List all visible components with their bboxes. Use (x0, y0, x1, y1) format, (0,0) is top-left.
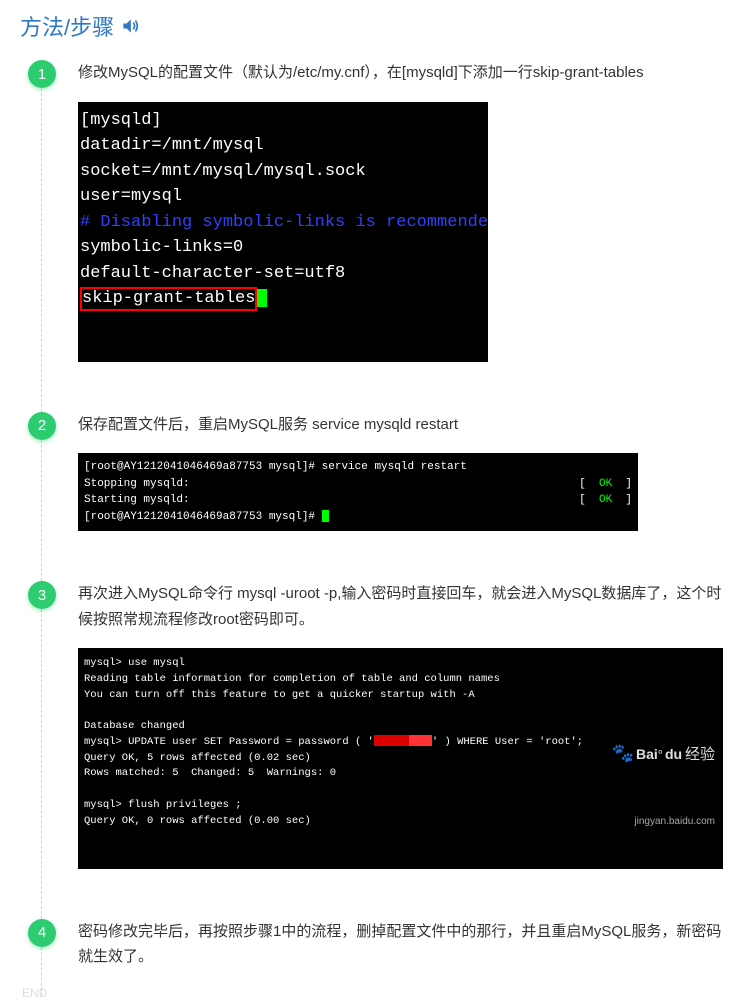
step-content: 修改MySQL的配置文件（默认为/etc/my.cnf），在[mysqld]下添… (78, 60, 735, 362)
terminal-screenshot: mysql> use mysql Reading table informati… (78, 648, 723, 869)
steps-list: 1 修改MySQL的配置文件（默认为/etc/my.cnf），在[mysqld]… (28, 60, 735, 996)
redacted-password (374, 735, 432, 746)
step-description: 再次进入MySQL命令行 mysql -uroot -p,输入密码时直接回车，就… (78, 581, 735, 632)
step-description: 修改MySQL的配置文件（默认为/etc/my.cnf），在[mysqld]下添… (78, 60, 735, 86)
step-item: 1 修改MySQL的配置文件（默认为/etc/my.cnf），在[mysqld]… (28, 60, 735, 412)
paw-icon: 🐾 (612, 743, 634, 763)
audio-icon[interactable] (120, 16, 140, 36)
step-description: 保存配置文件后，重启MySQL服务 service mysqld restart (78, 412, 735, 438)
section-header: 方法/步骤 (20, 10, 735, 42)
section-title: 方法/步骤 (20, 10, 114, 42)
cursor-icon (257, 289, 267, 307)
step-number-badge: 1 (28, 60, 56, 88)
step-content: 密码修改完毕后，再按照步骤1中的流程，删掉配置文件中的那行，并且重启MySQL服… (78, 919, 735, 986)
end-marker: END (22, 986, 47, 1000)
connector-line (41, 947, 42, 996)
terminal-screenshot: [root@AY1212041046469a87753 mysql]# serv… (78, 453, 638, 531)
watermark: 🐾Bai°du 经验 jingyan.baidu.com (577, 693, 715, 861)
step-number-badge: 2 (28, 412, 56, 440)
connector-line (41, 609, 42, 919)
terminal-screenshot: [mysqld] datadir=/mnt/mysql socket=/mnt/… (78, 102, 488, 362)
step-description: 密码修改完毕后，再按照步骤1中的流程，删掉配置文件中的那行，并且重启MySQL服… (78, 919, 735, 970)
step-number-badge: 3 (28, 581, 56, 609)
connector-line (41, 88, 42, 412)
step-item: 3 再次进入MySQL命令行 mysql -uroot -p,输入密码时直接回车… (28, 581, 735, 919)
cursor-icon (322, 510, 329, 522)
watermark-url: jingyan.baidu.com (577, 814, 715, 829)
step-content: 再次进入MySQL命令行 mysql -uroot -p,输入密码时直接回车，就… (78, 581, 735, 869)
step-content: 保存配置文件后，重启MySQL服务 service mysqld restart… (78, 412, 735, 532)
step-item: 4 密码修改完毕后，再按照步骤1中的流程，删掉配置文件中的那行，并且重启MySQ… (28, 919, 735, 996)
connector-line (41, 440, 42, 582)
step-item: 2 保存配置文件后，重启MySQL服务 service mysqld resta… (28, 412, 735, 582)
step-number-badge: 4 (28, 919, 56, 947)
highlighted-config-line: skip-grant-tables (80, 287, 257, 311)
